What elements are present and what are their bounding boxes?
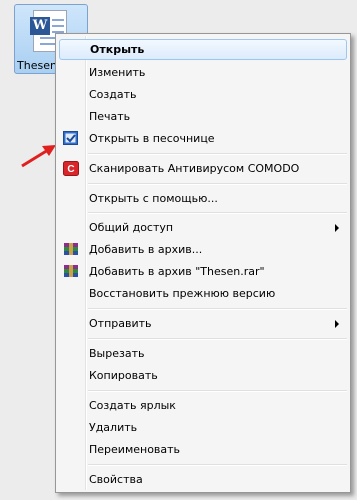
submenu-arrow-icon [335, 224, 339, 232]
sandbox-checkbox-icon [63, 131, 78, 145]
submenu-arrow-icon [335, 320, 339, 328]
menu-item-restore-version[interactable]: Восстановить прежнюю версию [59, 283, 347, 304]
menu-item-properties[interactable]: Свойства [59, 469, 347, 490]
menu-item-label: Вырезать [89, 347, 145, 360]
menu-item-add-archive[interactable]: Добавить в архив... [59, 239, 347, 260]
menu-item-new[interactable]: Создать [59, 84, 347, 105]
menu-item-label: Создать [89, 88, 137, 101]
menu-item-comodo-scan[interactable]: C Сканировать Антивирусом COMODO [59, 158, 347, 179]
menu-item-label: Отправить [89, 317, 152, 330]
menu-item-label: Открыть в песочнице [89, 132, 215, 145]
menu-item-label: Переименовать [89, 443, 181, 456]
menu-item-label: Создать ярлык [89, 399, 176, 412]
winrar-icon [64, 243, 78, 255]
menu-item-label: Изменить [89, 66, 146, 79]
menu-item-label: Общий доступ [89, 221, 174, 234]
menu-item-send-to[interactable]: Отправить [59, 313, 347, 334]
winrar-icon [64, 265, 78, 277]
menu-item-label: Сканировать Антивирусом COMODO [89, 162, 300, 175]
menu-item-cut[interactable]: Вырезать [59, 343, 347, 364]
menu-item-copy[interactable]: Копировать [59, 365, 347, 386]
red-arrow-icon [21, 145, 56, 168]
menu-item-delete[interactable]: Удалить [59, 417, 347, 438]
menu-item-rename[interactable]: Переименовать [59, 439, 347, 460]
comodo-shield-icon: C [63, 161, 79, 176]
menu-item-label: Добавить в архив "Thesen.rar" [89, 265, 265, 278]
menu-item-open[interactable]: Открыть [59, 39, 347, 60]
menu-item-label: Восстановить прежнюю версию [89, 287, 276, 300]
menu-item-label: Копировать [89, 369, 158, 382]
menu-item-edit[interactable]: Изменить [59, 62, 347, 83]
menu-item-print[interactable]: Печать [59, 106, 347, 127]
menu-item-label: Свойства [89, 473, 143, 486]
menu-item-share[interactable]: Общий доступ [59, 217, 347, 238]
menu-item-add-thesen-rar[interactable]: Добавить в архив "Thesen.rar" [59, 261, 347, 282]
menu-item-create-shortcut[interactable]: Создать ярлык [59, 395, 347, 416]
menu-item-open-with[interactable]: Открыть с помощью... [59, 188, 347, 209]
context-menu: Открыть Изменить Создать Печать Открыть … [55, 33, 351, 493]
menu-item-label: Открыть [90, 43, 145, 56]
menu-item-label: Удалить [89, 421, 138, 434]
svg-text:C: C [67, 164, 74, 175]
menu-item-label: Добавить в архив... [89, 243, 203, 256]
desktop-file-label: Thesen [17, 59, 57, 72]
menu-item-label: Открыть с помощью... [89, 192, 218, 205]
menu-item-open-sandbox[interactable]: Открыть в песочнице [59, 128, 347, 149]
menu-item-label: Печать [89, 110, 131, 123]
